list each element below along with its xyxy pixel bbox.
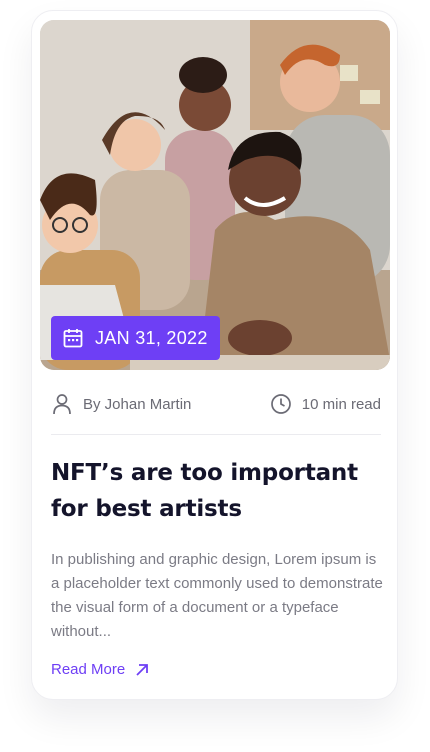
read-time: 10 min read (301, 395, 381, 413)
read-more-label: Read More (51, 661, 126, 678)
blog-card: JAN 31, 2022 By Johan Martin 10 min read (31, 10, 398, 700)
post-title[interactable]: NFT’s are too important for best artists (51, 455, 386, 527)
read-time-info: 10 min read (270, 393, 381, 415)
post-date: JAN 31, 2022 (95, 327, 208, 348)
calendar-icon (63, 328, 83, 348)
author-name: By Johan Martin (83, 395, 192, 413)
post-excerpt: In publishing and graphic design, Lorem … (51, 551, 383, 640)
arrow-up-right-icon (135, 663, 149, 677)
author-info: By Johan Martin (51, 393, 191, 415)
divider (51, 434, 381, 435)
clock-icon (270, 393, 292, 415)
post-image[interactable]: JAN 31, 2022 (40, 20, 390, 370)
read-more-link[interactable]: Read More (51, 661, 149, 678)
user-icon (51, 393, 73, 415)
date-badge: JAN 31, 2022 (51, 316, 220, 360)
post-meta: By Johan Martin 10 min read (51, 389, 381, 419)
